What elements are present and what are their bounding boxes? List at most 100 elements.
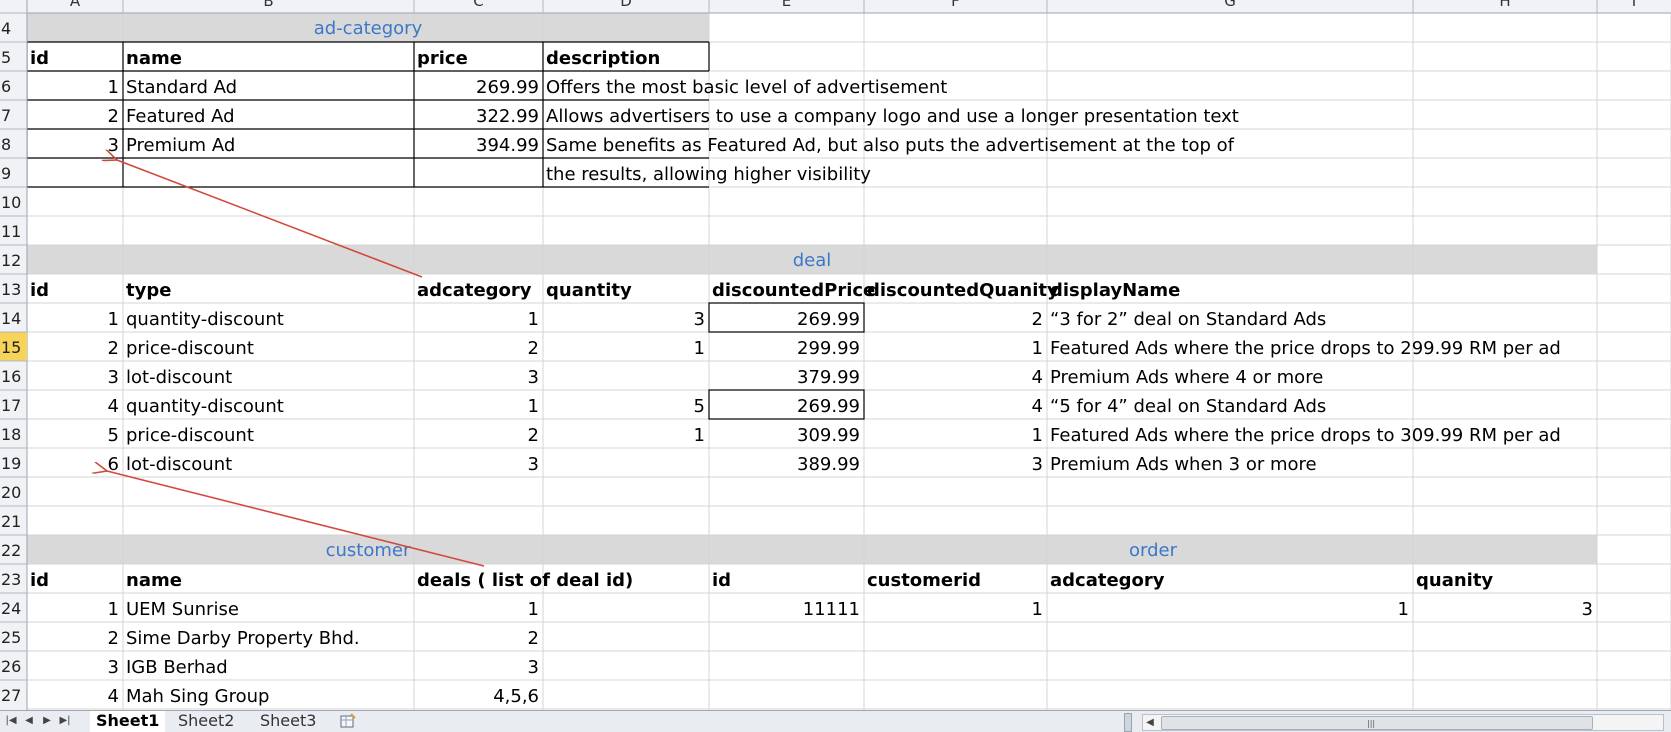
deal-title: deal: [793, 250, 832, 271]
deal-header: quantity: [546, 280, 632, 301]
row-header-12[interactable]: 12: [1, 251, 21, 270]
row-header-16[interactable]: 16: [1, 367, 21, 386]
order-title: order: [1129, 540, 1178, 561]
column-header-b[interactable]: B: [263, 0, 273, 10]
deal-discounted-quantity: 4: [1032, 396, 1043, 417]
tab-sheet2[interactable]: Sheet2: [172, 711, 240, 730]
ad-category-name: Featured Ad: [126, 106, 235, 127]
deal-id: 4: [108, 396, 119, 417]
order-id: 11111: [803, 599, 860, 620]
deal-type: lot-discount: [126, 454, 232, 475]
row-header-25[interactable]: 25: [1, 628, 21, 647]
row-header-17[interactable]: 17: [1, 396, 21, 415]
column-header-f[interactable]: F: [951, 0, 960, 10]
column-header-a[interactable]: A: [70, 0, 81, 10]
deal-header: type: [126, 280, 171, 301]
row-header-21[interactable]: 21: [1, 512, 21, 531]
ad-category-header: id: [30, 48, 49, 69]
deal-adcategory: 2: [528, 338, 539, 359]
ad-category-id: 3: [108, 135, 119, 156]
tab-sheet1[interactable]: Sheet1: [90, 711, 166, 732]
first-sheet-icon[interactable]: |◀: [4, 714, 18, 728]
order-quanity: 3: [1582, 599, 1593, 620]
row-header-20[interactable]: 20: [1, 483, 21, 502]
customer-id: 3: [108, 657, 119, 678]
insert-sheet-icon[interactable]: [338, 713, 358, 729]
column-header-g[interactable]: G: [1224, 0, 1236, 10]
column-header-c[interactable]: C: [473, 0, 483, 10]
customer-header: name: [126, 570, 182, 591]
column-header-strip: [0, 0, 1671, 13]
row-header-26[interactable]: 26: [1, 657, 21, 676]
deal-id: 2: [108, 338, 119, 359]
ad-category-header: name: [126, 48, 182, 69]
tab-split-handle[interactable]: [1124, 713, 1132, 732]
row-header-22[interactable]: 22: [1, 541, 21, 560]
row-header-11[interactable]: 11: [1, 222, 21, 241]
ad-category-price: 394.99: [476, 135, 539, 156]
grip-icon: |||: [1367, 719, 1376, 728]
deal-quantity: 3: [694, 309, 705, 330]
deal-discounted-quantity: 1: [1032, 338, 1043, 359]
row-header-27[interactable]: 27: [1, 686, 21, 705]
row-header-8[interactable]: 8: [1, 135, 11, 154]
deal-discounted-quantity: 1: [1032, 425, 1043, 446]
deal-header: discountedQuanity: [867, 280, 1059, 301]
row-header-13[interactable]: 13: [1, 280, 21, 299]
order-header: quanity: [1416, 570, 1493, 591]
column-header-i[interactable]: I: [1632, 0, 1636, 10]
deal-display-name: Featured Ads where the price drops to 29…: [1050, 338, 1561, 359]
deal-header: displayName: [1050, 280, 1180, 301]
row-header-23[interactable]: 23: [1, 570, 21, 589]
column-header-e[interactable]: E: [782, 0, 791, 10]
column-header-d[interactable]: D: [620, 0, 632, 10]
deal-header: adcategory: [417, 280, 532, 301]
row-header-6[interactable]: 6: [1, 77, 11, 96]
row-header-4[interactable]: 4: [1, 19, 11, 38]
row-header-10[interactable]: 10: [1, 193, 21, 212]
order-header: id: [712, 570, 731, 591]
deal-id: 5: [108, 425, 119, 446]
column-header-h[interactable]: H: [1499, 0, 1510, 10]
deal-discounted-price: 299.99: [797, 338, 860, 359]
customer-name: Sime Darby Property Bhd.: [126, 628, 360, 649]
ad-category-description: Offers the most basic level of advertise…: [546, 77, 947, 98]
deal-discounted-quantity: 2: [1032, 309, 1043, 330]
next-sheet-icon[interactable]: ▶: [40, 714, 54, 728]
tab-sheet3[interactable]: Sheet3: [254, 711, 322, 730]
deal-discounted-price: 269.99: [797, 309, 860, 330]
ad-category-title: ad-category: [314, 18, 423, 39]
horizontal-scrollbar[interactable]: ◀ |||: [1142, 714, 1664, 731]
deal-id: 1: [108, 309, 119, 330]
sheet-tab-bar: |◀ ◀ ▶ ▶| Sheet1 Sheet2 Sheet3 ◀ |||: [0, 710, 1671, 732]
order-header: customerid: [867, 570, 981, 591]
scroll-left-icon[interactable]: ◀: [1143, 715, 1157, 730]
ad-category-price: 269.99: [476, 77, 539, 98]
row-header-19[interactable]: 19: [1, 454, 21, 473]
deal-adcategory: 3: [528, 367, 539, 388]
row-header-9[interactable]: 9: [1, 164, 11, 183]
customer-id: 4: [108, 686, 119, 707]
row-header-15[interactable]: 15: [1, 338, 21, 357]
ad-category-description: Same benefits as Featured Ad, but also p…: [546, 135, 1235, 156]
row-header-7[interactable]: 7: [1, 106, 11, 125]
deal-quantity: 1: [694, 425, 705, 446]
customer-deals: 4,5,6: [493, 686, 539, 707]
spreadsheet-grid[interactable]: ad-category deal customer order id name price d…: [0, 0, 1671, 731]
ad-category-name: Premium Ad: [126, 135, 235, 156]
last-sheet-icon[interactable]: ▶|: [58, 714, 72, 728]
deal-type: price-discount: [126, 425, 254, 446]
row-header-5[interactable]: 5: [1, 48, 11, 67]
deal-adcategory: 3: [528, 454, 539, 475]
prev-sheet-icon[interactable]: ◀: [22, 714, 36, 728]
row-header-24[interactable]: 24: [1, 599, 21, 618]
horizontal-scroll-thumb[interactable]: |||: [1161, 716, 1593, 730]
customer-header: id: [30, 570, 49, 591]
ad-category-header: price: [417, 48, 468, 69]
deal-adcategory: 1: [528, 309, 539, 330]
row-header-14[interactable]: 14: [1, 309, 21, 328]
row-header-18[interactable]: 18: [1, 425, 21, 444]
deal-display-name: “5 for 4” deal on Standard Ads: [1050, 396, 1326, 417]
deal-discounted-price: 379.99: [797, 367, 860, 388]
deal-type: price-discount: [126, 338, 254, 359]
